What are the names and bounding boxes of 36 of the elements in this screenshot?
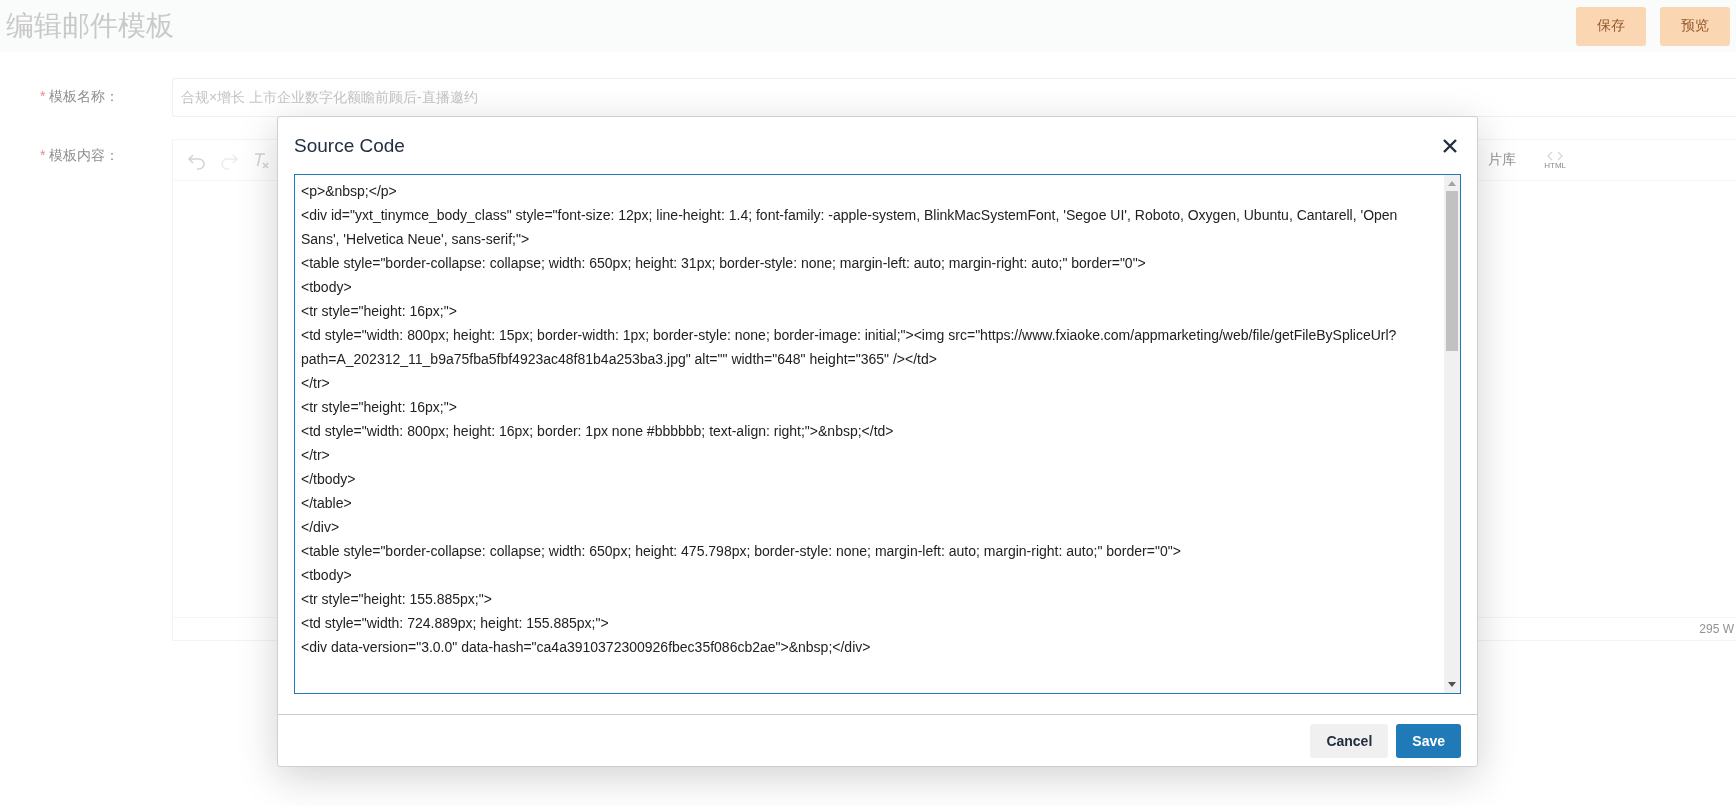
code-line: <tbody> — [301, 566, 353, 585]
code-line: <table style="border-collapse: collapse; width: 650px; height: 475.798px; border-style: none; margin-left: auto; margin-right: auto;" border="0"> — [301, 542, 1182, 561]
scroll-down-arrow-icon[interactable] — [1448, 682, 1456, 688]
code-line: <td style="width: 800px; height: 16px; border: 1px none #bbbbbb; text-align: right;">&nbsp;</td> — [301, 422, 895, 441]
code-line: <tr style="height: 16px;"> — [301, 398, 458, 417]
scrollbar-thumb[interactable] — [1446, 191, 1458, 351]
field-label: 模板内容： — [49, 147, 120, 165]
code-line: </tr> — [301, 374, 331, 393]
required-mark: * — [40, 147, 46, 165]
save-button[interactable]: Save — [1396, 723, 1461, 758]
header-button[interactable]: 预览 — [1660, 6, 1730, 46]
html-button[interactable]: HTML — [1544, 150, 1566, 170]
code-line: <table style="border-collapse: collapse; width: 650px; height: 31px; border-style: none; margin-left: auto; margin-right: auto;" border="0"> — [301, 254, 1147, 273]
code-line: </div> — [301, 518, 341, 537]
close-icon — [1442, 137, 1458, 154]
code-line: <p>&nbsp;</p> — [301, 182, 398, 201]
code-line: <div data-version="3.0.0" data-hash="ca4a3910372300926fbec35f086cb2ae">&nbsp;</div> — [301, 638, 872, 657]
code-textarea[interactable] — [294, 174, 1461, 694]
scroll-up-arrow-icon[interactable] — [1448, 180, 1456, 186]
code-line: <tr style="height: 16px;"> — [301, 302, 458, 321]
required-mark: * — [40, 88, 46, 106]
code-line: </tbody> — [301, 470, 357, 489]
code-line: </tr> — [301, 446, 331, 465]
field-label: 模板名称： — [49, 88, 120, 106]
code-line: <tbody> — [301, 278, 353, 297]
code-line: <td style="width: 800px; height: 15px; border-width: 1px; border-style: none; border-image: initial;"><img src="https://www.fxiaoke.com/appmarketing/web/file/getFileBySpliceUrl?path=A_202312_11_b9a75fba5fbf4923ac48f81b4a253ba3.jpg" alt="" width="648" height="365" /></td> — [301, 326, 1398, 369]
scrollbar[interactable] — [1444, 175, 1460, 693]
toolbar-label: 片库 — [1488, 151, 1517, 169]
word-count: 295 W — [1699, 622, 1734, 636]
dialog-title: Source Code — [294, 134, 406, 157]
code-line: <div id="yxt_tinymce_body_class" style="font-size: 12px; line-height: 1.4; font-family: -apple-system, BlinkMacSystemFont, 'Segoe UI', Roboto, Oxygen, Ubuntu, Cantarell, 'Open Sans', 'Helvetica Neue', sans-serif;"> — [301, 206, 1399, 249]
header-button[interactable]: 保存 — [1576, 6, 1646, 46]
code-line: </table> — [301, 494, 353, 513]
code-line: <tr style="height: 155.885px;"> — [301, 590, 493, 609]
code-line: <td style="width: 724.889px; height: 155.885px;"> — [301, 614, 610, 633]
cancel-button[interactable]: Cancel — [1310, 723, 1389, 758]
